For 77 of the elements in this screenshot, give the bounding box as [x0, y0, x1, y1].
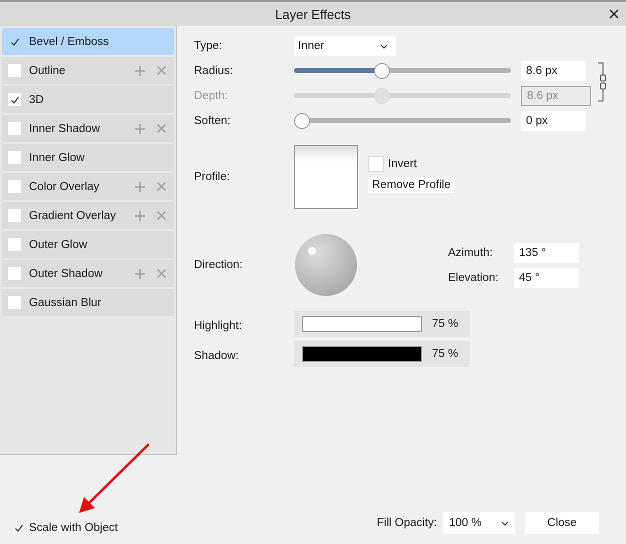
add-icon[interactable] [135, 268, 145, 278]
slider-label: Depth: [194, 90, 229, 102]
color-swatch[interactable] [302, 316, 422, 332]
remove-icon[interactable] [157, 211, 166, 220]
slider-label: Soften: [194, 114, 232, 126]
elevation-field[interactable]: 45 ° [514, 268, 579, 288]
effect-label: Bevel / Emboss [29, 36, 110, 48]
slider-thumb[interactable] [294, 112, 310, 128]
checkbox[interactable] [8, 93, 21, 106]
effect-label: Outline [29, 64, 66, 76]
slider-label: Radius: [194, 64, 234, 76]
effect-label: Inner Shadow [29, 122, 101, 134]
scale-label: Scale with Object [29, 522, 118, 534]
effect-item[interactable]: Gaussian Blur [2, 289, 174, 316]
chevron-down-icon [380, 44, 388, 48]
effect-item[interactable]: Outline [2, 57, 174, 84]
slider-track[interactable] [294, 112, 511, 128]
tone-label: Shadow: [194, 350, 240, 362]
close-button[interactable]: Close [525, 512, 599, 534]
checkbox[interactable] [8, 238, 21, 251]
effect-item[interactable]: Inner Shadow [2, 115, 174, 142]
effect-item[interactable]: Color Overlay [2, 173, 174, 200]
remove-icon[interactable] [157, 66, 166, 75]
effect-label: Gradient Overlay [29, 210, 117, 222]
elevation-label: Elevation: [448, 272, 500, 284]
slider-track[interactable] [294, 62, 511, 78]
checkbox[interactable] [368, 156, 384, 172]
type-dropdown[interactable]: Inner [294, 36, 396, 56]
slider-thumb[interactable] [374, 62, 390, 78]
checkbox[interactable] [8, 180, 21, 193]
opacity-reading: 75 % [432, 348, 458, 360]
azimuth-label: Azimuth: [448, 246, 494, 258]
effect-item[interactable]: Inner Glow [2, 144, 174, 171]
opacity-reading: 75 % [432, 318, 458, 330]
effect-label: Gaussian Blur [29, 296, 102, 308]
tone-label: Highlight: [194, 320, 243, 332]
effect-label: 3D [29, 94, 45, 106]
profile-preview[interactable] [294, 145, 358, 209]
chevron-down-icon [501, 520, 509, 526]
effect-item[interactable]: Bevel / Emboss [2, 28, 174, 55]
effect-label: Outer Shadow [29, 268, 104, 280]
azimuth-field[interactable]: 135 ° [514, 242, 579, 262]
checkbox[interactable] [8, 64, 21, 77]
value-field[interactable]: 8.6 px [521, 60, 586, 80]
add-icon[interactable] [135, 182, 145, 192]
direction-label: Direction: [194, 259, 244, 271]
add-icon[interactable] [135, 210, 145, 220]
effect-item[interactable]: Outer Shadow [2, 260, 174, 287]
remove-profile-button[interactable]: Remove Profile [368, 176, 455, 192]
effect-item[interactable]: 3D [2, 86, 174, 113]
fill-opacity-label: Fill Opacity: [376, 517, 437, 529]
effect-item[interactable]: Gradient Overlay [2, 202, 174, 229]
effect-label: Inner Glow [29, 152, 86, 164]
color-swatch[interactable] [302, 346, 422, 362]
checkbox[interactable] [8, 151, 21, 164]
remove-icon[interactable] [157, 124, 166, 133]
sphere-drawing[interactable] [294, 233, 358, 297]
add-icon[interactable] [135, 124, 145, 134]
checkbox[interactable] [8, 267, 21, 280]
remove-icon[interactable] [157, 269, 166, 278]
effect-label: Outer Glow [29, 238, 88, 250]
remove-icon[interactable] [157, 182, 166, 191]
checkbox[interactable] [8, 209, 21, 222]
window-title: Layer Effects [275, 6, 351, 22]
checkbox[interactable] [8, 122, 21, 135]
slider-track[interactable] [294, 88, 511, 104]
effect-label: Color Overlay [29, 180, 100, 192]
profile-label: Profile: [194, 171, 231, 183]
close-icon[interactable] [609, 9, 619, 19]
type-label: Type: [194, 40, 224, 52]
fill-opacity-dropdown[interactable]: 100 % [443, 512, 515, 534]
link-icon[interactable] [597, 62, 607, 102]
effect-item[interactable]: Outer Glow [2, 231, 174, 258]
value-field[interactable]: 0 px [521, 110, 586, 130]
add-icon[interactable] [135, 66, 145, 76]
checkbox[interactable] [8, 296, 21, 309]
invert-label: Invert [388, 158, 417, 170]
